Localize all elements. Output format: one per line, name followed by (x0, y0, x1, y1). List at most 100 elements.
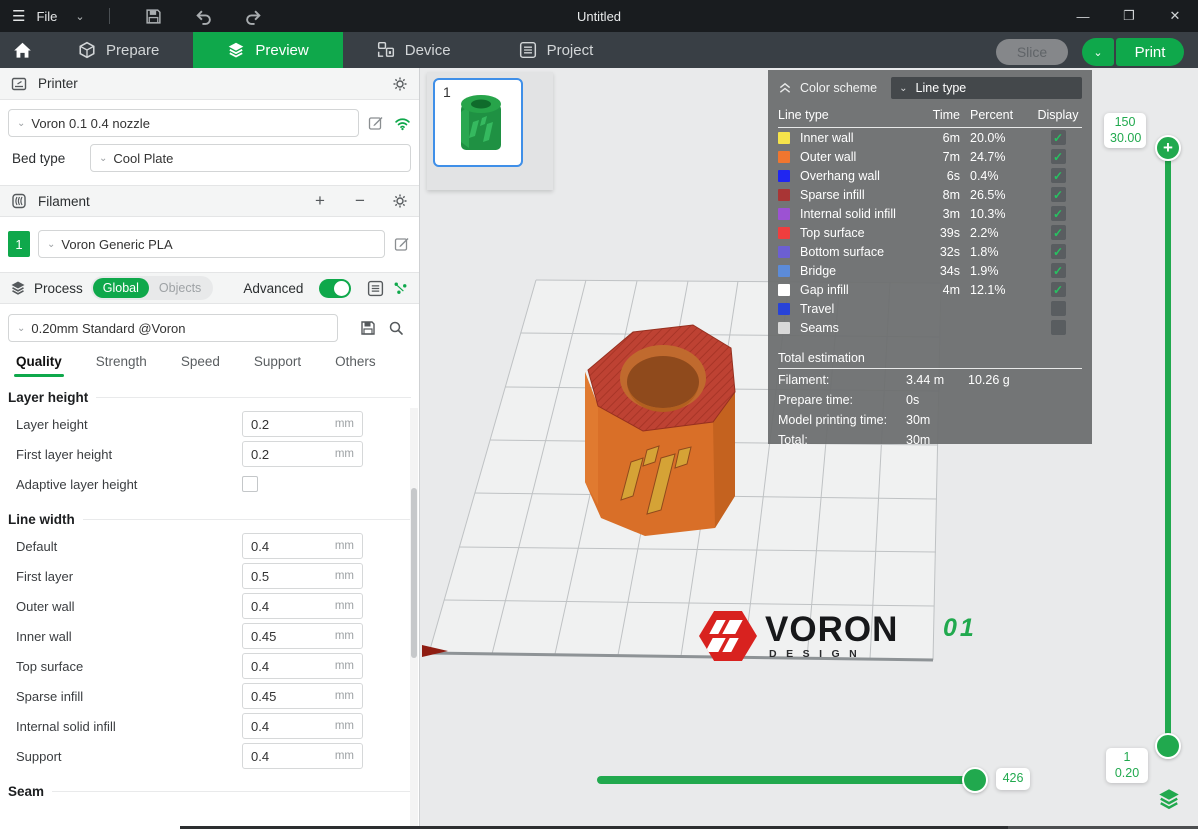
display-checkbox[interactable]: ✓ (1051, 149, 1066, 164)
undo-icon[interactable] (194, 6, 214, 26)
display-checkbox[interactable]: ✓ (1051, 263, 1066, 278)
add-filament-icon[interactable]: + (311, 192, 329, 210)
line-type-color-swatch (778, 132, 790, 144)
layer-top-tooltip: 150 30.00 (1104, 113, 1146, 148)
printer-preset-select[interactable]: ⌄ Voron 0.1 0.4 nozzle (8, 109, 359, 137)
maximize-button[interactable]: ❐ (1106, 0, 1152, 32)
setting-input[interactable]: 0.2mm (242, 411, 363, 437)
file-menu[interactable]: File (36, 9, 57, 24)
horizontal-move-slider[interactable] (597, 776, 986, 784)
process-tab-bar: Quality Strength Speed Support Others (0, 342, 419, 377)
legend-row-bottom-surface: Bottom surface32s1.8%✓ (778, 242, 1082, 261)
plate-thumbnail-card: 1 (427, 72, 553, 190)
layer-range-slider[interactable] (1165, 146, 1171, 748)
display-checkbox[interactable]: ✓ (1051, 130, 1066, 145)
settings-scrollbar[interactable] (410, 408, 418, 828)
setting-input[interactable]: 0.4mm (242, 653, 363, 679)
total-label: Total: (778, 433, 906, 447)
horizontal-slider-handle[interactable] (962, 767, 988, 793)
parameter-tune-icon[interactable] (392, 279, 409, 297)
sliced-model[interactable] (563, 300, 753, 540)
tab-project-label: Project (547, 42, 594, 59)
display-checkbox[interactable] (1051, 320, 1066, 335)
tab-project[interactable]: Project (485, 32, 628, 68)
process-preset-value: 0.20mm Standard @Voron (31, 321, 185, 336)
display-checkbox[interactable]: ✓ (1051, 282, 1066, 297)
setting-row-top-surface: Top surface0.4mm (0, 651, 419, 681)
printer-settings-gear-icon[interactable] (391, 75, 409, 93)
setting-input[interactable]: 0.5mm (242, 563, 363, 589)
file-menu-chevron-icon[interactable]: ⌄ (75, 10, 84, 23)
object-thumbnail[interactable]: 1 (433, 78, 523, 167)
printer-edit-icon[interactable] (367, 114, 385, 132)
redo-icon[interactable] (244, 6, 264, 26)
display-checkbox[interactable]: ✓ (1051, 187, 1066, 202)
setting-input[interactable]: 0.2mm (242, 441, 363, 467)
setting-input[interactable]: 0.4mm (242, 593, 363, 619)
display-checkbox[interactable]: ✓ (1051, 168, 1066, 183)
print-dropdown-chevron-icon[interactable]: ⌄ (1082, 38, 1114, 66)
tab-preview[interactable]: Preview (193, 32, 342, 68)
layer-slider-bottom-handle[interactable] (1155, 733, 1181, 759)
scope-objects-button[interactable]: Objects (149, 278, 211, 298)
minimize-button[interactable]: — (1060, 0, 1106, 32)
save-preset-icon[interactable] (359, 319, 377, 337)
display-checkbox[interactable] (1051, 301, 1066, 316)
tab-prepare[interactable]: Prepare (44, 32, 193, 68)
save-icon[interactable] (144, 6, 164, 26)
layer-top-height: 30.00 (1110, 131, 1140, 147)
setting-unit: mm (335, 418, 354, 430)
setting-input[interactable]: 0.4mm (242, 713, 363, 739)
main-menu-icon[interactable]: ☰ (12, 7, 26, 25)
bed-type-select[interactable]: ⌄ Cool Plate (90, 144, 411, 172)
printer-connection-wifi-icon[interactable] (393, 114, 411, 132)
process-tab-support[interactable]: Support (254, 354, 301, 377)
display-checkbox[interactable]: ✓ (1051, 244, 1066, 259)
display-checkbox[interactable]: ✓ (1051, 206, 1066, 221)
filament-settings-gear-icon[interactable] (391, 192, 409, 210)
setting-value: 0.5 (251, 569, 335, 584)
layer-view-mode-icon[interactable] (1155, 785, 1183, 813)
process-preset-select[interactable]: ⌄ 0.20mm Standard @Voron (8, 314, 338, 342)
display-checkbox[interactable]: ✓ (1051, 225, 1066, 240)
remove-filament-icon[interactable]: − (351, 192, 369, 210)
setting-unit: mm (335, 540, 354, 552)
color-scheme-select[interactable]: ⌄ Line type (891, 77, 1082, 99)
process-tab-strength[interactable]: Strength (96, 354, 147, 377)
line-type-percent: 2.2% (960, 226, 1034, 240)
parameter-list-icon[interactable] (367, 279, 384, 297)
setting-row-inner-wall: Inner wall0.45mm (0, 621, 419, 651)
advanced-toggle[interactable] (319, 279, 351, 298)
collapse-panel-icon[interactable] (778, 81, 792, 95)
close-button[interactable]: ✕ (1152, 0, 1198, 32)
filament-slot-badge[interactable]: 1 (8, 231, 30, 257)
project-icon (519, 41, 537, 59)
setting-value: 0.4 (251, 749, 335, 764)
setting-checkbox[interactable] (242, 476, 258, 492)
scope-global-button[interactable]: Global (93, 278, 149, 298)
line-type-label: Inner wall (800, 131, 920, 145)
slice-button[interactable]: Slice (996, 39, 1068, 65)
legend-row-sparse-infill: Sparse infill8m26.5%✓ (778, 185, 1082, 204)
setting-value: 0.2 (251, 417, 335, 432)
scrollbar-thumb[interactable] (411, 488, 417, 658)
filament-edit-icon[interactable] (393, 235, 411, 253)
setting-input[interactable]: 0.45mm (242, 623, 363, 649)
process-tab-quality[interactable]: Quality (16, 354, 62, 377)
setting-input[interactable]: 0.4mm (242, 533, 363, 559)
process-tab-speed[interactable]: Speed (181, 354, 220, 377)
filament-section-title: Filament (38, 194, 90, 209)
setting-unit: mm (335, 750, 354, 762)
layer-slider-top-handle[interactable]: + (1155, 135, 1181, 161)
home-icon[interactable] (0, 41, 44, 60)
setting-input[interactable]: 0.45mm (242, 683, 363, 709)
search-icon[interactable] (387, 319, 405, 337)
setting-input[interactable]: 0.4mm (242, 743, 363, 769)
line-type-color-swatch (778, 246, 790, 258)
setting-unit: mm (335, 630, 354, 642)
print-button[interactable]: Print (1116, 38, 1184, 66)
setting-value: 0.2 (251, 447, 335, 462)
process-tab-others[interactable]: Others (335, 354, 376, 377)
tab-device[interactable]: Device (343, 32, 485, 68)
filament-preset-select[interactable]: ⌄ Voron Generic PLA (38, 230, 385, 258)
